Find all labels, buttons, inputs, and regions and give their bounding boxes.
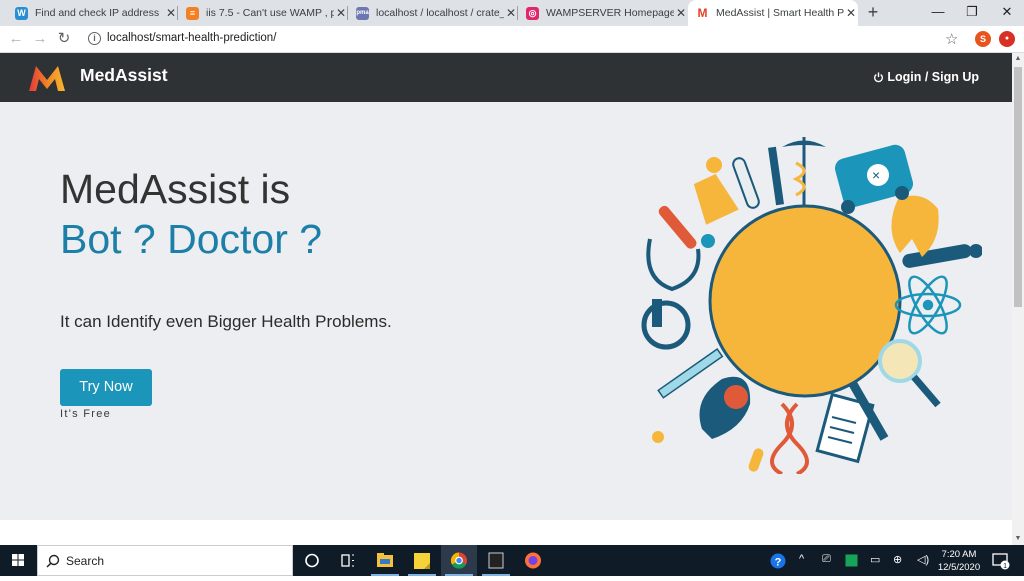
- back-button[interactable]: ←: [5, 28, 27, 50]
- hand-icon: [699, 376, 751, 439]
- login-signup-link[interactable]: Login / Sign Up: [873, 70, 979, 84]
- new-tab-button[interactable]: +: [863, 1, 883, 25]
- firefox-icon[interactable]: [515, 545, 551, 576]
- atom-icon: [894, 275, 962, 335]
- tab-title: WAMPSERVER Homepage: [546, 7, 674, 19]
- site-info-icon[interactable]: i: [88, 32, 101, 45]
- tooth-icon: [891, 195, 939, 257]
- close-window-button[interactable]: ✕: [990, 0, 1024, 26]
- medassist-logo-icon[interactable]: [28, 63, 66, 93]
- svg-text:1: 1: [1003, 563, 1007, 570]
- wheelchair-icon: [641, 299, 691, 350]
- tab-title: iis 7.5 - Can't use WAMP , port: [206, 7, 334, 19]
- free-note: It's Free: [60, 408, 112, 420]
- thermometer-icon: [732, 157, 760, 209]
- browser-toolbar: ← → ↻ i localhost/smart-health-predictio…: [0, 26, 1024, 53]
- scroll-down-icon[interactable]: ▼: [1012, 533, 1024, 545]
- sticky-notes-icon[interactable]: [404, 545, 440, 576]
- windows-start-icon[interactable]: [0, 545, 36, 576]
- svg-text:?: ?: [775, 556, 782, 568]
- site-brand[interactable]: MedAssist: [80, 65, 168, 86]
- hero-subheadline: Bot ? Doctor ?: [60, 216, 323, 262]
- tab-favicon-icon: M: [697, 6, 708, 20]
- patient-icon: [902, 244, 982, 268]
- person-icon: [693, 157, 739, 225]
- tab-ip-check[interactable]: W Find and check IP address ✕: [8, 0, 178, 26]
- battery-icon[interactable]: ▭: [870, 553, 880, 566]
- login-label: Login / Sign Up: [887, 70, 979, 84]
- tab-favicon-icon: ◎: [526, 6, 539, 20]
- task-view-icon[interactable]: [330, 545, 366, 576]
- caduceus-icon: [782, 137, 826, 205]
- tray-overflow-icon[interactable]: ^: [799, 553, 804, 565]
- bookmark-star-icon[interactable]: ☆: [945, 30, 958, 48]
- tab-wampserver[interactable]: ◎ WAMPSERVER Homepage ✕: [518, 0, 688, 26]
- reload-button[interactable]: ↻: [53, 28, 75, 50]
- volume-icon[interactable]: ◁): [917, 553, 929, 566]
- scrollbar-thumb[interactable]: [1014, 67, 1022, 307]
- windows-taskbar: Search ? ^ ⎚ ▭ ⊕ ◁) 7:20 AM 12/5/2020 1: [0, 545, 1024, 576]
- close-tab-icon[interactable]: ✕: [334, 6, 348, 20]
- svg-text:×: ×: [872, 167, 880, 183]
- dna-icon: [770, 402, 809, 474]
- test-tube-icon: [658, 205, 697, 249]
- usb-icon[interactable]: ⎚: [822, 553, 831, 566]
- magnifier-icon: [878, 339, 941, 408]
- tab-favicon-icon: W: [15, 6, 28, 20]
- notifications-icon[interactable]: 1: [992, 552, 1010, 570]
- network-icon[interactable]: ⊕: [893, 553, 902, 566]
- medical-illustration: ×: [641, 137, 982, 474]
- taskbar-clock[interactable]: 7:20 AM 12/5/2020: [936, 548, 982, 574]
- close-tab-icon[interactable]: ✕: [674, 6, 688, 20]
- app-tray-icon[interactable]: [845, 554, 858, 567]
- close-tab-icon[interactable]: ✕: [504, 6, 518, 20]
- tab-medassist[interactable]: M MedAssist | Smart Health Predi ✕: [688, 0, 858, 26]
- web-page: MedAssist Login / Sign Up MedAssist is B…: [0, 53, 1012, 545]
- tab-iis-wamp[interactable]: ≡ iis 7.5 - Can't use WAMP , port ✕: [178, 0, 348, 26]
- stethoscope-icon: [646, 234, 715, 292]
- hero-tagline: It can Identify even Bigger Health Probl…: [60, 312, 392, 331]
- file-explorer-icon[interactable]: [367, 545, 403, 576]
- tab-phpmyadmin[interactable]: pma localhost / localhost / crate_ag ✕: [348, 0, 518, 26]
- pill-icon: [748, 448, 764, 472]
- tab-title: Find and check IP address: [35, 7, 160, 19]
- tab-title: MedAssist | Smart Health Predi: [716, 7, 844, 19]
- taskbar-search[interactable]: Search: [37, 545, 293, 576]
- search-label: Search: [66, 554, 105, 568]
- restore-button[interactable]: ❐: [955, 0, 989, 26]
- tab-favicon-icon: ≡: [186, 6, 199, 20]
- power-icon: [874, 71, 884, 82]
- site-navbar: MedAssist Login / Sign Up: [0, 53, 1012, 102]
- try-now-button[interactable]: Try Now: [60, 369, 152, 406]
- close-tab-icon[interactable]: ✕: [164, 6, 178, 20]
- help-icon[interactable]: ?: [770, 553, 786, 569]
- tab-favicon-icon: pma: [356, 6, 369, 20]
- app-icon[interactable]: [478, 545, 514, 576]
- address-bar[interactable]: localhost/smart-health-prediction/: [107, 32, 276, 44]
- close-tab-icon[interactable]: ✕: [844, 6, 858, 20]
- minimize-button[interactable]: —: [921, 0, 955, 26]
- search-icon: [46, 554, 60, 568]
- forward-button[interactable]: →: [29, 28, 51, 50]
- extension-icon[interactable]: S: [975, 31, 991, 47]
- page-footer-strip: [0, 520, 1012, 545]
- clock-time: 7:20 AM: [941, 549, 977, 560]
- page-scrollbar[interactable]: ▲ ▼: [1012, 53, 1024, 545]
- chrome-icon[interactable]: [441, 545, 477, 576]
- tab-title: localhost / localhost / crate_ag: [376, 7, 504, 19]
- extension-icon[interactable]: ●: [999, 31, 1015, 47]
- hero-headline: MedAssist is: [60, 166, 291, 212]
- tab-strip: W Find and check IP address ✕ ≡ iis 7.5 …: [0, 0, 1024, 26]
- dropper-icon: [768, 146, 784, 206]
- cortana-icon[interactable]: [294, 545, 330, 576]
- scroll-up-icon[interactable]: ▲: [1012, 53, 1024, 65]
- clock-date: 12/5/2020: [937, 562, 981, 573]
